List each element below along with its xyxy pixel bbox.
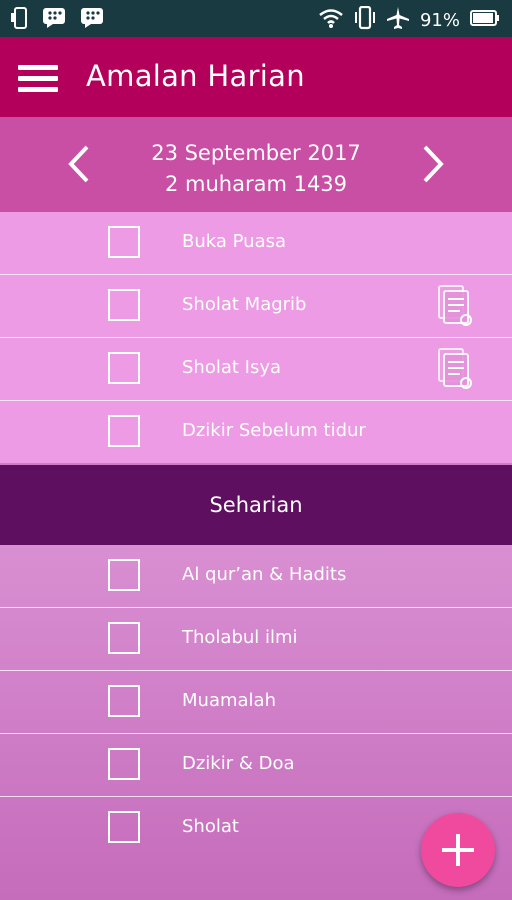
app-bar: Amalan Harian [0, 37, 512, 117]
checkbox[interactable] [108, 352, 140, 384]
item-label: Buka Puasa [182, 231, 287, 252]
note-icon[interactable] [437, 347, 473, 391]
item-label: Muamalah [182, 690, 276, 711]
item-label: Sholat Magrib [182, 294, 307, 315]
status-right-icons: 91% [318, 5, 500, 35]
bbm-icon [80, 7, 104, 33]
section-title: Seharian [209, 493, 303, 517]
list-item: Al qur’an & Hadits [0, 545, 512, 608]
list-item: Buka Puasa [0, 212, 512, 275]
list-item: Dzikir & Doa [0, 734, 512, 797]
list-item: Muamalah [0, 671, 512, 734]
section-header: Seharian [0, 465, 512, 545]
item-label: Sholat Isya [182, 357, 282, 378]
page-title: Amalan Harian [86, 59, 305, 93]
date-navigator: 23 September 2017 2 muharam 1439 [0, 117, 512, 212]
item-label: Dzikir & Doa [182, 753, 295, 774]
item-label: Tholabul ilmi [182, 627, 298, 648]
checkbox[interactable] [108, 685, 140, 717]
status-bar: 91% [0, 0, 512, 37]
hamburger-menu-icon[interactable] [18, 65, 58, 93]
item-label: Sholat [182, 816, 239, 837]
item-label: Dzikir Sebelum tidur [182, 420, 366, 441]
airplane-icon [386, 6, 410, 35]
checkbox[interactable] [108, 811, 140, 843]
add-button[interactable] [421, 813, 495, 887]
vibrate-icon [354, 5, 376, 35]
note-icon[interactable] [437, 284, 473, 328]
evening-checklist: Buka Puasa Sholat Magrib Sholat Isya Dzi… [0, 212, 512, 463]
wifi-icon [318, 7, 344, 34]
list-item: Sholat Isya [0, 338, 512, 401]
status-left-icons [10, 7, 104, 33]
checkbox[interactable] [108, 748, 140, 780]
checkbox[interactable] [108, 559, 140, 591]
list-item: Dzikir Sebelum tidur [0, 401, 512, 463]
checkbox[interactable] [108, 289, 140, 321]
battery-percent: 91% [419, 10, 460, 31]
chevron-right-icon[interactable] [416, 144, 450, 184]
list-item: Sholat Magrib [0, 275, 512, 338]
item-label: Al qur’an & Hadits [182, 564, 347, 585]
bbm-icon [42, 7, 66, 33]
checkbox[interactable] [108, 226, 140, 258]
list-item: Tholabul ilmi [0, 608, 512, 671]
phone-icon [10, 7, 28, 33]
battery-icon [470, 9, 500, 32]
checkbox[interactable] [108, 622, 140, 654]
checkbox[interactable] [108, 415, 140, 447]
